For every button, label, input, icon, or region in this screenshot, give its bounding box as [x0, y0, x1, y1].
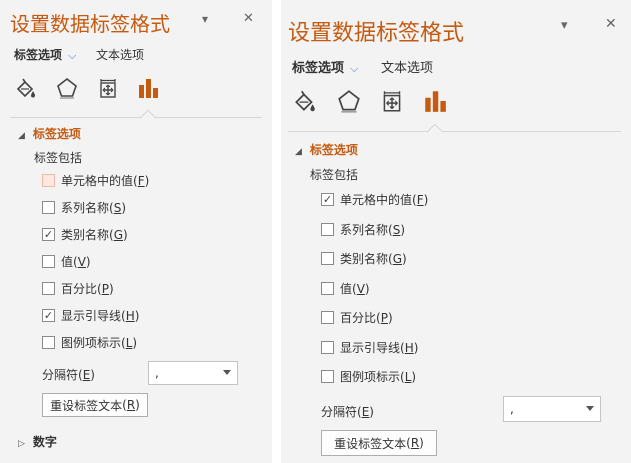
option-category-name[interactable]: 类别名称(G) [321, 250, 407, 267]
option-label: 显示引导线 [61, 309, 122, 323]
tab-label-options[interactable]: 标签选项 ⌵ [292, 57, 358, 76]
option-value[interactable]: 值(V) [42, 253, 91, 270]
reset-label-text-button[interactable]: 重设标签文本(R) [321, 430, 437, 456]
separator-select[interactable]: , [503, 396, 601, 422]
panel-divider [272, 0, 281, 463]
option-label: 显示引导线 [340, 341, 401, 355]
chevron-down-icon [223, 370, 231, 375]
checkbox-percentage[interactable] [42, 282, 55, 295]
option-label: 单元格中的值 [340, 193, 413, 207]
checkbox-category-name[interactable] [321, 252, 334, 265]
checkbox-category-name[interactable]: ✓ [42, 228, 55, 241]
checkbox-value[interactable] [42, 255, 55, 268]
option-value[interactable]: 值(V) [321, 280, 370, 297]
fill-bucket-icon[interactable] [14, 76, 38, 100]
option-legend-key[interactable]: 图例项标示(L) [42, 334, 137, 351]
tab-text-options[interactable]: 文本选项 [381, 57, 433, 76]
chevron-down-icon: ⌵ [68, 49, 77, 62]
label-contains-heading: 标签包括 [310, 168, 359, 182]
option-value-from-cells[interactable]: 单元格中的值(F) [42, 172, 149, 189]
option-label: 类别名称 [340, 252, 389, 266]
option-label: 图例项标示 [61, 336, 122, 350]
option-label: 百分比 [61, 282, 98, 296]
chevron-down-icon: ⌵ [350, 62, 359, 75]
option-legend-key[interactable]: 图例项标示(L) [321, 368, 416, 385]
separator-select[interactable]: , [148, 361, 238, 385]
tab-label-options[interactable]: 标签选项 ⌵ [14, 46, 76, 63]
chevron-down-icon [586, 406, 594, 411]
close-icon[interactable]: ✕ [243, 11, 254, 26]
bar-chart-icon[interactable] [136, 76, 160, 100]
section-number[interactable]: ▷ 数字 [18, 433, 57, 450]
checkbox-show-leader-lines[interactable]: ✓ [42, 309, 55, 322]
option-label: 系列名称 [61, 201, 110, 215]
collapse-triangle-icon: ◢ [18, 131, 25, 141]
toolbar-divider [288, 131, 621, 132]
section-label-options[interactable]: ◢ 标签选项 [18, 125, 81, 142]
pane-options-dropdown[interactable]: ▾ [561, 18, 568, 33]
option-percentage[interactable]: 百分比(P) [42, 280, 114, 297]
pane-title: 设置数据标签格式 [10, 12, 170, 36]
checkbox-series-name[interactable] [42, 201, 55, 214]
toolbar-divider [10, 117, 262, 118]
option-label: 系列名称 [340, 223, 389, 237]
option-series-name[interactable]: 系列名称(S) [42, 199, 126, 216]
size-properties-icon[interactable] [379, 88, 405, 114]
pane-options-dropdown[interactable]: ▾ [202, 12, 208, 26]
fill-bucket-icon[interactable] [292, 88, 318, 114]
label-contains-heading: 标签包括 [34, 151, 83, 165]
checkbox-legend-key[interactable] [321, 370, 334, 383]
format-data-labels-pane-right: 设置数据标签格式 ▾ ✕ 标签选项 ⌵ 文本选项 ◢ 标签选项 标签包括 ✓ 单元格中… [281, 0, 631, 463]
close-icon[interactable]: ✕ [605, 16, 617, 32]
separator-label: 分隔符(E) [321, 405, 374, 419]
pentagon-effects-icon[interactable] [336, 88, 362, 114]
checkbox-value-from-cells[interactable] [42, 174, 55, 187]
option-label: 类别名称 [61, 228, 110, 242]
option-label: 值 [340, 282, 353, 296]
reset-label-text-button[interactable]: 重设标签文本(R) [42, 393, 148, 417]
bar-chart-icon[interactable] [422, 88, 448, 114]
separator-label: 分隔符(E) [42, 368, 95, 382]
checkbox-value[interactable] [321, 282, 334, 295]
option-label: 图例项标示 [340, 370, 401, 384]
checkbox-value-from-cells[interactable]: ✓ [321, 193, 334, 206]
checkbox-legend-key[interactable] [42, 336, 55, 349]
size-properties-icon[interactable] [96, 76, 120, 100]
option-label: 单元格中的值 [61, 174, 134, 188]
option-category-name[interactable]: ✓ 类别名称(G) [42, 226, 128, 243]
option-label: 值 [61, 255, 74, 269]
checkbox-show-leader-lines[interactable] [321, 341, 334, 354]
option-percentage[interactable]: 百分比(P) [321, 309, 393, 326]
pentagon-effects-icon[interactable] [55, 76, 79, 100]
option-series-name[interactable]: 系列名称(S) [321, 221, 405, 238]
expand-triangle-icon: ▷ [18, 439, 25, 449]
option-value-from-cells[interactable]: ✓ 单元格中的值(F) [321, 191, 428, 208]
option-show-leader-lines[interactable]: ✓ 显示引导线(H) [42, 307, 139, 324]
option-show-leader-lines[interactable]: 显示引导线(H) [321, 339, 418, 356]
pane-title: 设置数据标签格式 [288, 21, 465, 46]
option-label: 百分比 [340, 311, 377, 325]
format-data-labels-pane-left: 设置数据标签格式 ▾ ✕ 标签选项 ⌵ 文本选项 ◢ 标签选项 标签包括 单元格中的… [0, 0, 272, 463]
section-label-options[interactable]: ◢ 标签选项 [295, 141, 358, 158]
checkbox-percentage[interactable] [321, 311, 334, 324]
checkbox-series-name[interactable] [321, 223, 334, 236]
selected-tab-pointer [139, 109, 157, 127]
selected-tab-pointer [426, 123, 444, 141]
tab-text-options[interactable]: 文本选项 [96, 46, 144, 63]
collapse-triangle-icon: ◢ [295, 147, 302, 157]
